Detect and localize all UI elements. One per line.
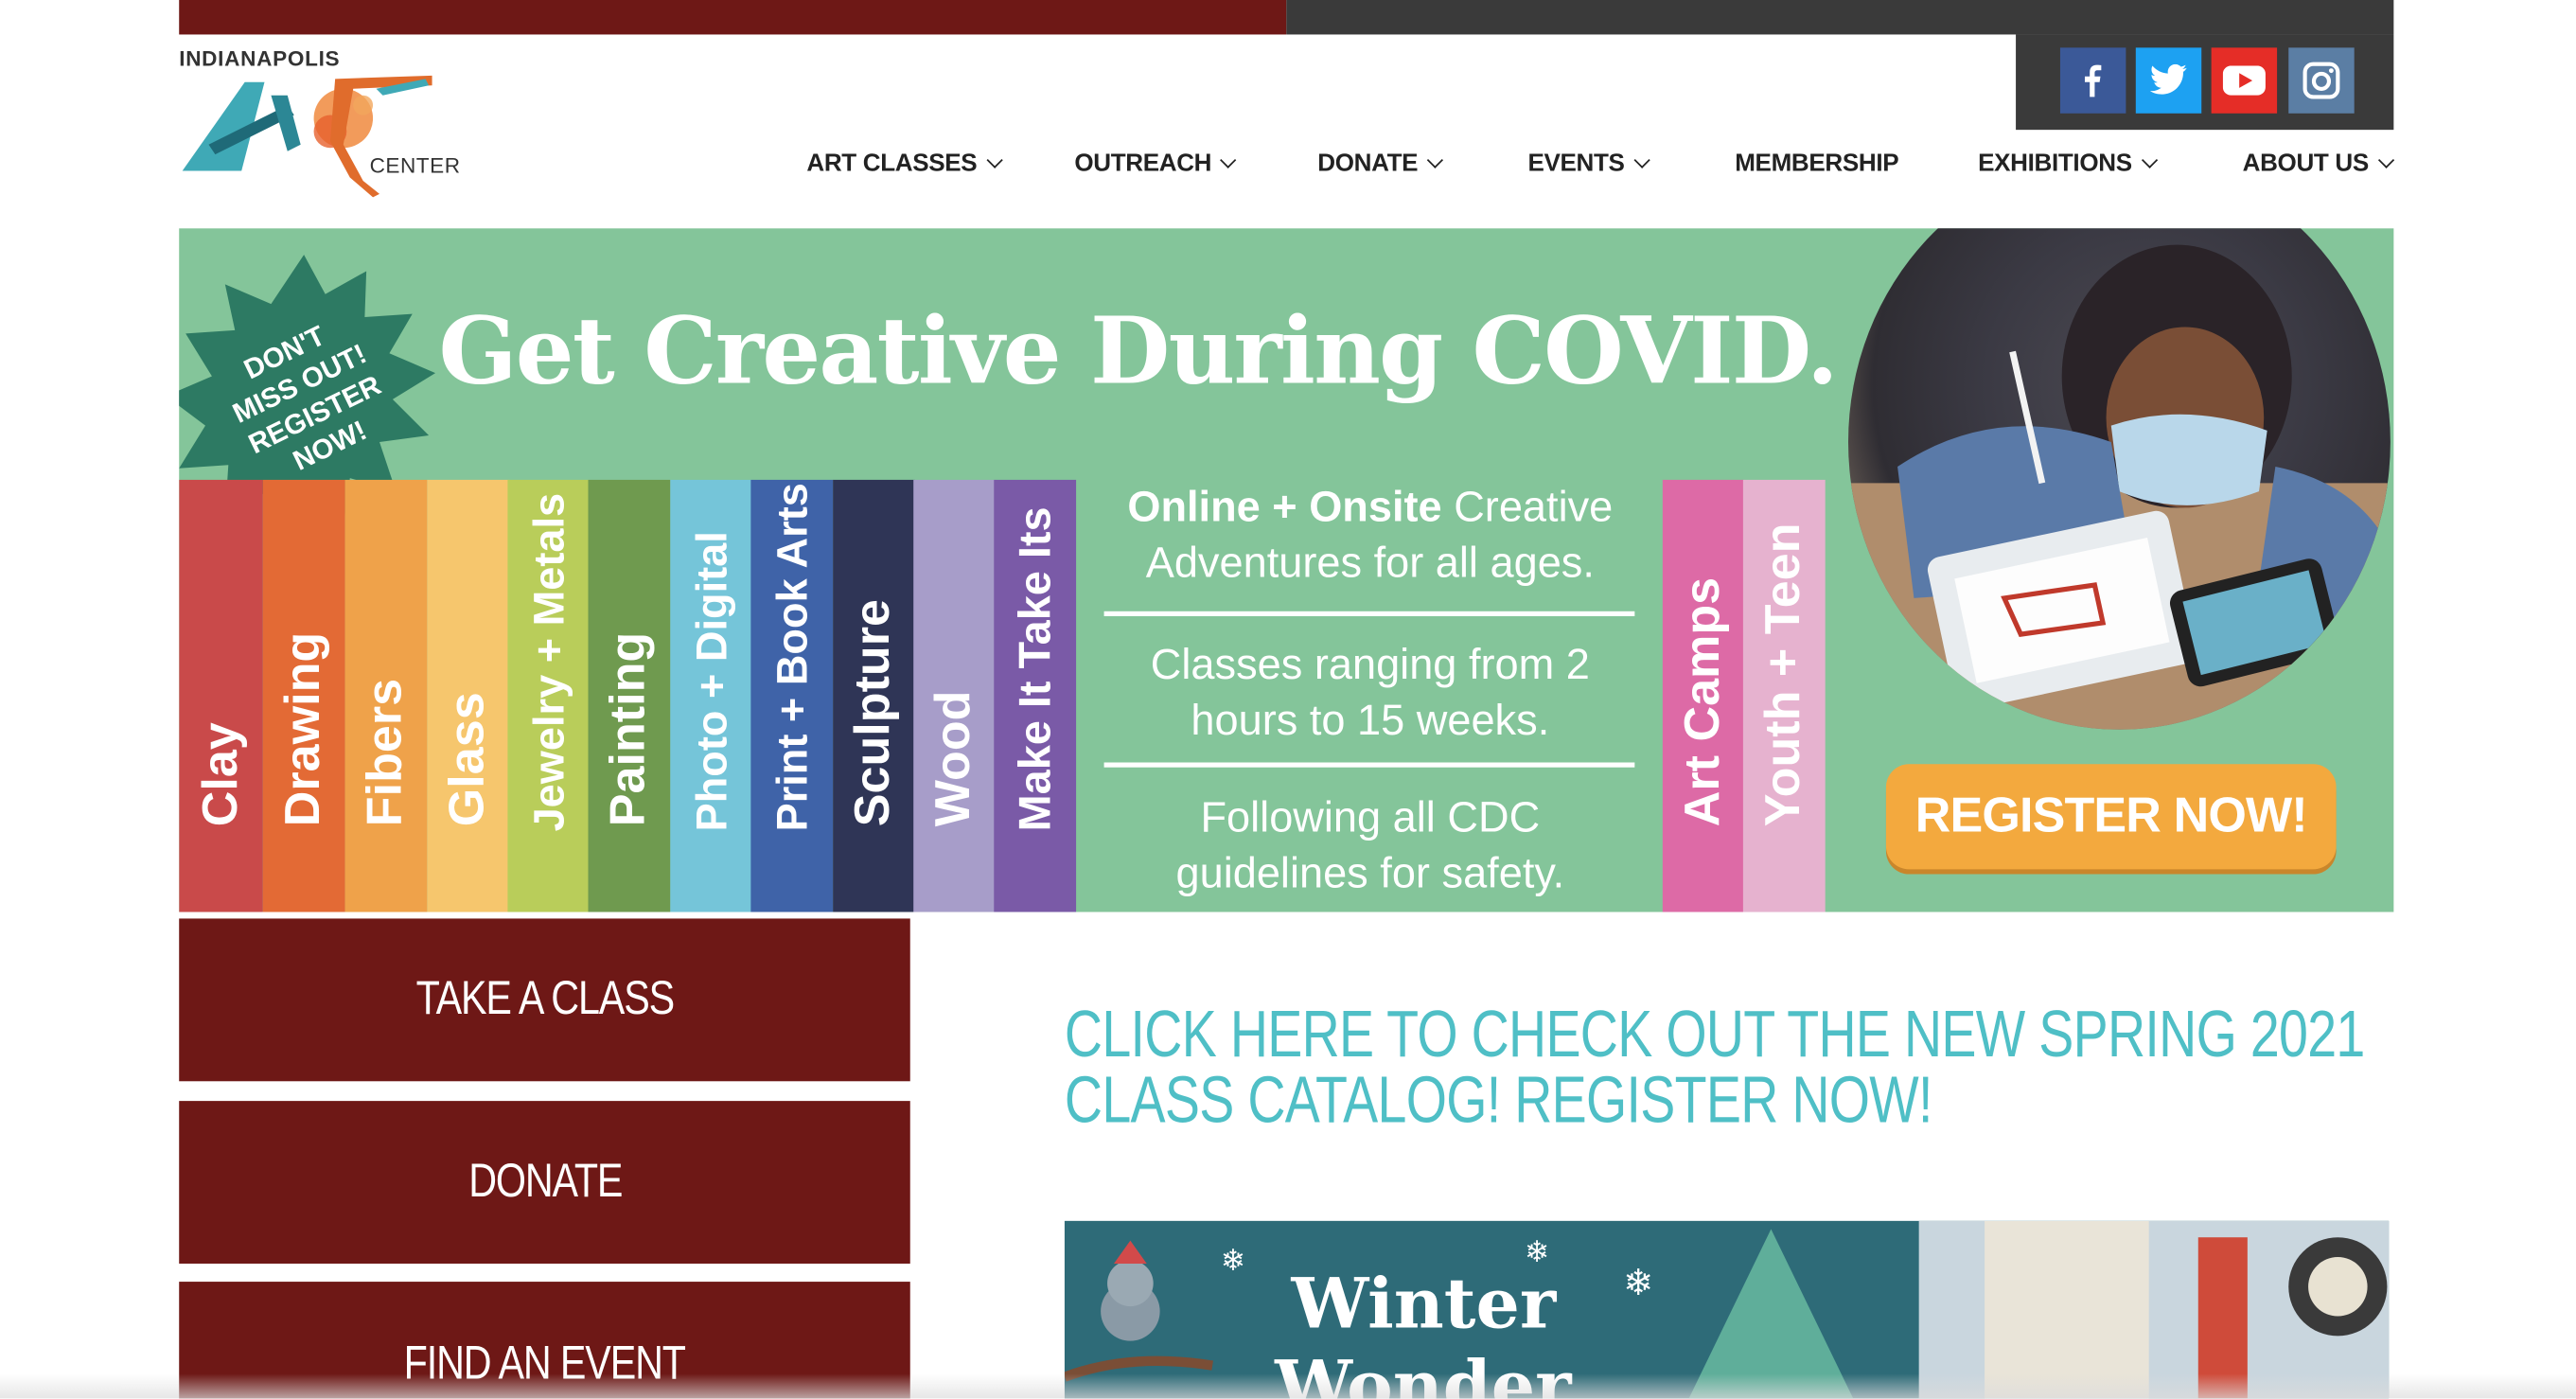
- stripe-sculpture[interactable]: Sculpture: [833, 479, 915, 912]
- nav-item-donate[interactable]: DONATE: [1317, 149, 1444, 178]
- stripe-label: Jewelry + Metals: [523, 492, 573, 832]
- nav-label: ABOUT US: [2242, 149, 2370, 178]
- stripe-label: Sculpture: [846, 599, 901, 827]
- stripe-youth-teen[interactable]: Youth + Teen: [1742, 479, 1826, 912]
- register-now-button[interactable]: REGISTER NOW!: [1885, 764, 2337, 870]
- stripe-clay[interactable]: Clay: [179, 479, 263, 912]
- logo-text-indianapolis: INDIANAPOLIS: [179, 45, 341, 71]
- banner-headline: Get Creative During COVID.: [438, 297, 1839, 406]
- stripe-fibers[interactable]: Fibers: [344, 479, 428, 912]
- youtube-icon[interactable]: [2211, 47, 2278, 114]
- stripe-drawing[interactable]: Drawing: [262, 479, 345, 912]
- stripe-art-camps[interactable]: Art Camps: [1662, 479, 1745, 912]
- info-bold: Online + Onsite: [1127, 481, 1442, 531]
- viewport-bottom-fade: [0, 1373, 2576, 1399]
- nav-item-about-us[interactable]: ABOUT US: [2242, 149, 2394, 178]
- info-divider: [1103, 762, 1635, 768]
- stripe-label: Art Camps: [1675, 576, 1731, 827]
- info-block-online: Online + Onsite Creative Adventures for …: [1099, 478, 1641, 590]
- site-logo[interactable]: INDIANAPOLIS CENTER: [179, 45, 461, 203]
- button-label: DONATE: [468, 1155, 622, 1208]
- nav-label: EVENTS: [1527, 149, 1625, 178]
- stripe-label: Fibers: [358, 678, 413, 827]
- top-accent-bar-maroon: [179, 0, 1287, 35]
- stripe-label: Drawing: [275, 631, 330, 827]
- spring-catalog-link[interactable]: CLICK HERE TO CHECK OUT THE NEW SPRING 2…: [1065, 1002, 2379, 1134]
- top-accent-bar-dark: [1286, 0, 2394, 35]
- stripe-label: Glass: [440, 692, 495, 827]
- nav-item-exhibitions[interactable]: EXHIBITIONS: [1978, 149, 2158, 178]
- chevron-down-icon: [1633, 151, 1650, 168]
- hero-banner[interactable]: Get Creative During COVID. DON'T MISS OU…: [179, 228, 2394, 912]
- catalog-line-2: CLASS CATALOG! REGISTER NOW!: [1064, 1064, 1933, 1138]
- nav-item-art-classes[interactable]: ART CLASSES: [806, 149, 1003, 178]
- stripe-label: Print + Book Arts: [767, 483, 817, 832]
- instagram-icon[interactable]: [2288, 47, 2355, 114]
- twitter-icon[interactable]: [2135, 47, 2202, 114]
- nav-label: ART CLASSES: [806, 149, 978, 178]
- nav-label: DONATE: [1317, 149, 1419, 178]
- winter-title-line-1: Winter: [1291, 1263, 1557, 1345]
- stripe-print-book-arts[interactable]: Print + Book Arts: [750, 479, 834, 912]
- button-label: TAKE A CLASS: [415, 972, 675, 1026]
- nav-label: OUTREACH: [1074, 149, 1212, 178]
- stripe-label: Make It Take Its: [1010, 506, 1060, 832]
- nav-item-outreach[interactable]: OUTREACH: [1074, 149, 1237, 178]
- chevron-down-icon: [985, 151, 1003, 168]
- svg-text:❄: ❄: [1623, 1263, 1653, 1304]
- take-a-class-button[interactable]: TAKE A CLASS: [179, 918, 910, 1082]
- info-divider: [1103, 611, 1635, 616]
- stripe-label: Wood: [926, 690, 981, 827]
- stripe-label: Photo + Digital: [686, 531, 736, 832]
- chevron-down-icon: [2141, 151, 2158, 168]
- student-photo: [1847, 228, 2391, 730]
- stripe-make-it-take-its[interactable]: Make It Take Its: [994, 479, 1077, 912]
- chevron-down-icon: [1220, 151, 1237, 168]
- svg-text:❄: ❄: [1221, 1244, 1245, 1278]
- facebook-icon[interactable]: [2059, 47, 2126, 114]
- stripe-label: Clay: [192, 722, 248, 827]
- donate-button[interactable]: DONATE: [179, 1101, 910, 1264]
- chevron-down-icon: [2377, 151, 2394, 168]
- page: INDIANAPOLIS CENTER ART CLASSES OUTREACH…: [0, 0, 2576, 1399]
- nav-item-events[interactable]: EVENTS: [1527, 149, 1650, 178]
- winter-wonder-banner[interactable]: ❄ ❄ ❄ Winter Wonder: [1064, 1220, 2390, 1399]
- nav-label: EXHIBITIONS: [1978, 149, 2132, 178]
- stripe-jewelry-metals[interactable]: Jewelry + Metals: [507, 479, 591, 912]
- catalog-line-1: CLICK HERE TO CHECK OUT THE NEW SPRING 2…: [1064, 999, 2365, 1071]
- stripe-label: Painting: [601, 631, 656, 827]
- stripe-label: Youth + Teen: [1756, 522, 1811, 827]
- info-block-classes: Classes ranging from 2 hours to 15 weeks…: [1150, 639, 1590, 745]
- nav-item-membership[interactable]: MEMBERSHIP: [1735, 150, 1898, 178]
- logo-text-center: CENTER: [369, 152, 461, 178]
- stripe-photo-digital[interactable]: Photo + Digital: [670, 479, 753, 912]
- chevron-down-icon: [1426, 151, 1444, 168]
- info-block-cdc: Following all CDC guidelines for safety.: [1175, 791, 1565, 897]
- stripe-painting[interactable]: Painting: [588, 479, 671, 912]
- stripe-glass[interactable]: Glass: [427, 479, 510, 912]
- student-drawing-illustration-icon: [1847, 244, 2391, 730]
- stripe-wood[interactable]: Wood: [913, 479, 997, 912]
- winter-scene-illustration-icon: ❄ ❄ ❄: [1064, 1220, 2390, 1399]
- nav-label: MEMBERSHIP: [1735, 149, 1899, 178]
